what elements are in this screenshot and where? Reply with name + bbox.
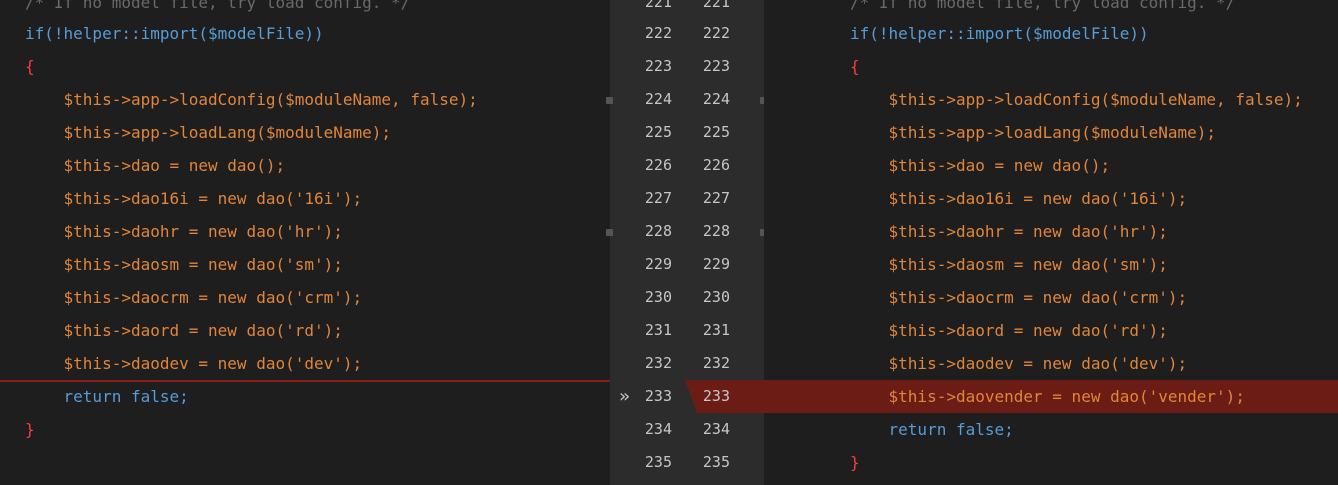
line-number: 225 [644,123,672,141]
code-line[interactable]: $this->app->loadLang($moduleName); [0,116,610,149]
code-text: $this->app->loadConfig($moduleName, fals… [850,90,1303,109]
code-line[interactable]: { [0,50,610,83]
code-text: $this->daodev = new dao('dev'); [25,354,363,373]
line-number: 230 [644,288,672,306]
code-line[interactable]: return false; [764,413,1338,446]
code-line[interactable]: $this->dao16i = new dao('16i'); [0,182,610,215]
code-line[interactable]: $this->daocrm = new dao('crm'); [764,281,1338,314]
line-number: 229 [644,255,672,273]
code-text: } [850,453,860,472]
code-text: $this->daocrm = new dao('crm'); [25,288,363,307]
code-text: $this->daocrm = new dao('crm'); [850,288,1188,307]
code-line[interactable]: $this->daord = new dao('rd'); [0,314,610,347]
code-text: $this->daohr = new dao('hr'); [25,222,343,241]
code-text: $this->app->loadLang($moduleName); [850,123,1217,142]
code-line[interactable]: } [0,413,610,446]
line-number: 228 [644,222,672,240]
code-line[interactable]: $this->daodev = new dao('dev'); [764,347,1338,380]
code-text: $this->daord = new dao('rd'); [25,321,343,340]
code-text: return false; [25,387,189,406]
code-text: $this->dao = new dao(); [25,156,286,175]
code-text: } [25,420,35,439]
inserted-code-line[interactable]: $this->daovender = new dao('vender'); [764,380,1338,413]
code-text: $this->daodev = new dao('dev'); [850,354,1188,373]
fold-marker-icon[interactable] [606,97,613,104]
code-line[interactable]: { [764,50,1338,83]
line-number: 224 [702,90,730,108]
line-number: 229 [702,255,730,273]
code-line[interactable]: if(!helper::import($modelFile)) [764,17,1338,50]
code-line[interactable]: if(!helper::import($modelFile)) [0,17,610,50]
code-line[interactable]: $this->app->loadLang($moduleName); [764,116,1338,149]
original-pane[interactable]: /* If no model file, try load config. */… [0,0,610,485]
code-text: if(!helper::import($modelFile)) [25,24,324,43]
line-number: 227 [702,189,730,207]
code-line[interactable]: $this->daodev = new dao('dev'); [0,347,610,382]
line-number: 235 [644,453,672,471]
code-text: { [25,57,35,76]
comment-text: /* If no model file, try load config. */ [25,0,411,12]
code-line[interactable]: $this->app->loadConfig($moduleName, fals… [764,83,1338,116]
line-number: 234 [702,420,730,438]
line-number: 232 [702,354,730,372]
code-line[interactable]: $this->daohr = new dao('hr'); [764,215,1338,248]
code-text: $this->daord = new dao('rd'); [850,321,1168,340]
code-text: { [850,57,860,76]
code-text: $this->daohr = new dao('hr'); [850,222,1168,241]
code-line[interactable]: } [764,446,1338,479]
fold-marker-icon[interactable] [606,229,613,236]
line-number: 233 [702,387,730,405]
line-number: 227 [644,189,672,207]
diff-editor: /* If no model file, try load config. */… [0,0,1338,485]
code-text: return false; [850,420,1014,439]
code-line[interactable]: $this->daord = new dao('rd'); [764,314,1338,347]
code-text: if(!helper::import($modelFile)) [850,24,1149,43]
line-number: 231 [644,321,672,339]
code-line[interactable]: $this->dao = new dao(); [0,149,610,182]
code-line[interactable]: $this->daohr = new dao('hr'); [0,215,610,248]
revert-change-icon[interactable]: » [619,380,630,413]
comment-text: /* If no model file, try load config. */ [850,0,1236,12]
code-line[interactable]: $this->dao = new dao(); [764,149,1338,182]
line-number: 234 [644,420,672,438]
code-line[interactable]: $this->daosm = new dao('sm'); [0,248,610,281]
code-text: $this->daosm = new dao('sm'); [25,255,343,274]
code-text: $this->dao16i = new dao('16i'); [25,189,363,208]
line-number: 235 [702,453,730,471]
line-number: 232 [644,354,672,372]
code-text: $this->dao = new dao(); [850,156,1111,175]
line-number: 233 [644,387,672,405]
code-text: $this->dao16i = new dao('16i'); [850,189,1188,208]
line-number: 230 [702,288,730,306]
code-line[interactable]: $this->dao16i = new dao('16i'); [764,182,1338,215]
line-number: 225 [702,123,730,141]
code-line[interactable]: $this->app->loadConfig($moduleName, fals… [0,83,610,116]
code-line[interactable]: $this->daocrm = new dao('crm'); [0,281,610,314]
line-number: 223 [702,57,730,75]
code-line[interactable]: return false; [0,380,610,413]
code-text: $this->app->loadConfig($moduleName, fals… [25,90,478,109]
line-number: 222 [644,24,672,42]
code-line[interactable]: $this->daosm = new dao('sm'); [764,248,1338,281]
modified-pane[interactable]: /* If no model file, try load config. */… [764,0,1338,485]
line-number: 226 [644,156,672,174]
line-number: 226 [702,156,730,174]
line-number: 224 [644,90,672,108]
line-number: 231 [702,321,730,339]
line-number: 228 [702,222,730,240]
code-text: $this->daovender = new dao('vender'); [850,387,1245,406]
line-number: 223 [644,57,672,75]
code-text: $this->app->loadLang($moduleName); [25,123,392,142]
code-text: $this->daosm = new dao('sm'); [850,255,1168,274]
line-number: 222 [702,24,730,42]
